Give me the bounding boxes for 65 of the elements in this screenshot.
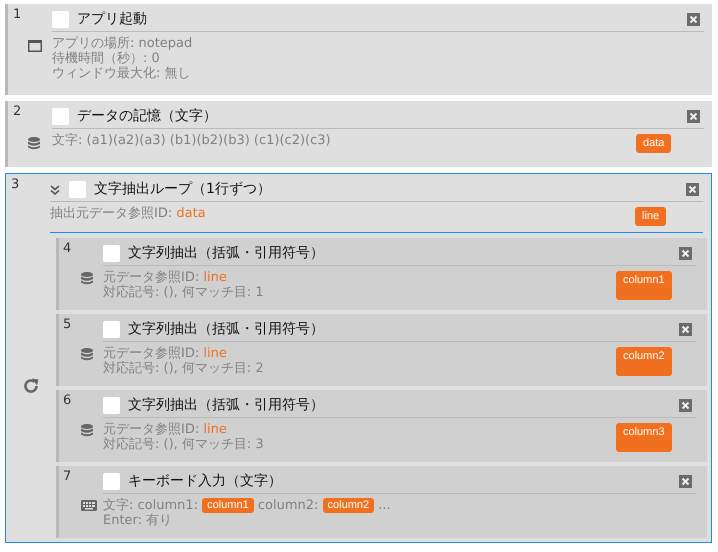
block-title: 文字列抽出（括弧・引用符号） [128, 320, 324, 339]
parameter-text: 抽出元データ参照ID: [50, 206, 174, 221]
step-block[interactable]: 1 アプリ起動 アプリの場所: notepad 待機時間（秒）: 0 ウィンドウ最大化: 無し [5, 4, 712, 95]
output-tag: column3 [616, 423, 672, 452]
output-tag: column2 [616, 347, 672, 376]
parameter-text: column2: [256, 498, 320, 513]
step-number: 4 [63, 242, 72, 255]
database-icon [81, 348, 93, 361]
reference-id: line [203, 346, 227, 361]
output-tag: column2 [322, 498, 374, 513]
parameter-text: 文字: column1: [103, 498, 200, 513]
checkbox[interactable] [103, 321, 120, 338]
checkbox[interactable] [52, 108, 69, 125]
parameter-text: 元データ参照ID: [103, 346, 200, 361]
close-button[interactable] [679, 399, 692, 412]
step-number: 6 [63, 394, 72, 407]
parameter-text: Enter: 有り [103, 513, 172, 528]
parameter-text: 対応記号: (), 何マッチ目: 1 [103, 285, 264, 300]
step-block[interactable]: 2 データの記憶（文字） 文字: (a1)(a2)(a3) (b1)(b2)(b3) (c1)(c2)(c3) data [5, 101, 712, 167]
block-title: キーボード入力（文字） [128, 472, 282, 491]
parameter-text: 対応記号: (), 何マッチ目: 2 [103, 361, 264, 376]
close-button[interactable] [679, 247, 692, 260]
output-tag: column1 [202, 498, 254, 513]
step-number: 2 [13, 105, 22, 118]
parameter-text: ウィンドウ最大化: 無し [52, 66, 191, 81]
close-button[interactable] [679, 475, 692, 488]
chevron-icon[interactable] [50, 184, 60, 194]
checkbox[interactable] [52, 11, 69, 28]
keyboard-icon [81, 500, 97, 511]
close-button[interactable] [687, 13, 700, 26]
parameter-text: 元データ参照ID: [103, 270, 200, 285]
checkbox[interactable] [69, 181, 86, 198]
close-button[interactable] [686, 183, 699, 196]
reference-id: line [203, 270, 227, 285]
step-number: 3 [11, 178, 20, 191]
redo-icon [22, 376, 40, 394]
output-tag: data [636, 134, 672, 153]
parameter-text: 元データ参照ID: [103, 422, 200, 437]
close-button[interactable] [687, 110, 700, 123]
checkbox[interactable] [103, 245, 120, 262]
database-icon [81, 424, 93, 437]
block-title: データの記憶（文字） [77, 107, 217, 126]
checkbox[interactable] [103, 397, 120, 414]
step-number: 1 [13, 8, 22, 21]
output-tag: line [635, 207, 666, 226]
database-icon [28, 137, 40, 150]
parameter-text: ... [377, 498, 391, 513]
reference-id: data [176, 206, 206, 221]
database-icon [81, 272, 93, 285]
parameter-text: 待機時間（秒）: 0 [52, 51, 160, 66]
step-number: 7 [63, 470, 72, 483]
reference-id: line [203, 422, 227, 437]
block-title: 文字列抽出（括弧・引用符号） [128, 396, 324, 415]
block-title: 文字抽出ループ（1行ずつ） [94, 180, 271, 199]
step-number: 5 [63, 318, 72, 331]
block-title: 文字列抽出（括弧・引用符号） [128, 244, 324, 263]
parameter-text: 文字: (a1)(a2)(a3) (b1)(b2)(b3) (c1)(c2)(c3) [52, 133, 331, 148]
close-button[interactable] [679, 323, 692, 336]
step-block[interactable] [5, 173, 712, 543]
checkbox[interactable] [103, 473, 120, 490]
block-title: アプリ起動 [77, 10, 147, 29]
parameter-text: アプリの場所: notepad [52, 36, 192, 51]
parameter-text: 対応記号: (), 何マッチ目: 3 [103, 437, 264, 452]
output-tag: column1 [616, 271, 672, 300]
window-icon [28, 40, 42, 52]
